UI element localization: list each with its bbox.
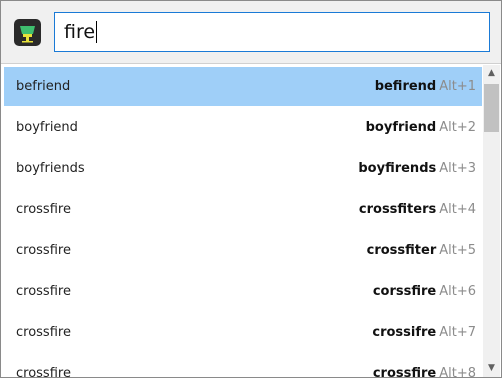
result-row[interactable]: crossfire crossfiter Alt+5 bbox=[4, 231, 482, 270]
result-row[interactable]: crossfire corssfire Alt+6 bbox=[4, 272, 482, 311]
result-row[interactable]: crossfire crossfiters Alt+4 bbox=[4, 190, 482, 229]
search-query-text: fire bbox=[64, 21, 96, 43]
text-caret bbox=[96, 21, 98, 43]
result-word: crossfire bbox=[16, 366, 71, 378]
result-shortcut: Alt+5 bbox=[439, 243, 476, 258]
result-row[interactable]: befriend befirend Alt+1 bbox=[4, 67, 482, 106]
result-suggestion: crossifre bbox=[372, 325, 437, 340]
result-suggestion: boyfirends bbox=[358, 161, 437, 176]
result-suggestion: crossfiters bbox=[358, 202, 437, 217]
app-window: fire befriend befirend Alt+1 boyfriend boyfr… bbox=[0, 0, 502, 378]
result-suggestion: befirend bbox=[374, 79, 437, 94]
result-suggestion-group: befirend Alt+1 bbox=[375, 67, 476, 106]
result-suggestion-group: corssfire Alt+6 bbox=[373, 272, 476, 311]
result-row[interactable]: boyfriends boyfirends Alt+3 bbox=[4, 149, 482, 188]
result-row[interactable]: crossfire crossfire Alt+8 bbox=[4, 354, 482, 378]
result-row[interactable]: crossfire crossifre Alt+7 bbox=[4, 313, 482, 352]
result-word: befriend bbox=[16, 79, 71, 94]
search-query: fire bbox=[64, 21, 98, 43]
result-shortcut: Alt+6 bbox=[439, 284, 476, 299]
app-logo-icon[interactable] bbox=[14, 19, 41, 46]
result-shortcut: Alt+1 bbox=[439, 79, 476, 94]
result-shortcut: Alt+7 bbox=[439, 325, 476, 340]
result-suggestion: crossfire bbox=[372, 366, 437, 378]
scrollbar[interactable]: ▲ ▼ bbox=[483, 65, 500, 377]
result-suggestion-group: boyfirends Alt+3 bbox=[358, 149, 476, 188]
results-list: befriend befirend Alt+1 boyfriend boyfriend A… bbox=[1, 67, 482, 378]
result-suggestion-group: boyfriend Alt+2 bbox=[366, 108, 476, 147]
result-word: crossfire bbox=[16, 243, 71, 258]
result-suggestion: corssfire bbox=[372, 284, 437, 299]
result-suggestion-group: crossfiter Alt+5 bbox=[367, 231, 476, 270]
search-input[interactable]: fire bbox=[54, 12, 490, 52]
scroll-thumb[interactable] bbox=[484, 84, 499, 132]
result-shortcut: Alt+3 bbox=[439, 161, 476, 176]
chevron-down-icon[interactable]: ▼ bbox=[483, 360, 500, 377]
result-suggestion-group: crossfiters Alt+4 bbox=[359, 190, 476, 229]
result-word: boyfriends bbox=[16, 161, 85, 176]
result-row[interactable]: boyfriend boyfriend Alt+2 bbox=[4, 108, 482, 147]
result-suggestion-group: crossfire Alt+8 bbox=[372, 354, 476, 378]
result-word: crossfire bbox=[16, 202, 71, 217]
result-suggestion-group: crossifre Alt+7 bbox=[372, 313, 476, 352]
result-shortcut: Alt+2 bbox=[439, 120, 476, 135]
result-suggestion: crossfiter bbox=[366, 243, 437, 258]
result-suggestion: boyfriend bbox=[365, 120, 437, 135]
chevron-up-icon[interactable]: ▲ bbox=[483, 65, 500, 82]
result-shortcut: Alt+8 bbox=[439, 366, 476, 378]
result-word: crossfire bbox=[16, 325, 71, 340]
result-word: boyfriend bbox=[16, 120, 78, 135]
top-bar: fire bbox=[1, 1, 501, 64]
result-word: crossfire bbox=[16, 284, 71, 299]
result-shortcut: Alt+4 bbox=[439, 202, 476, 217]
